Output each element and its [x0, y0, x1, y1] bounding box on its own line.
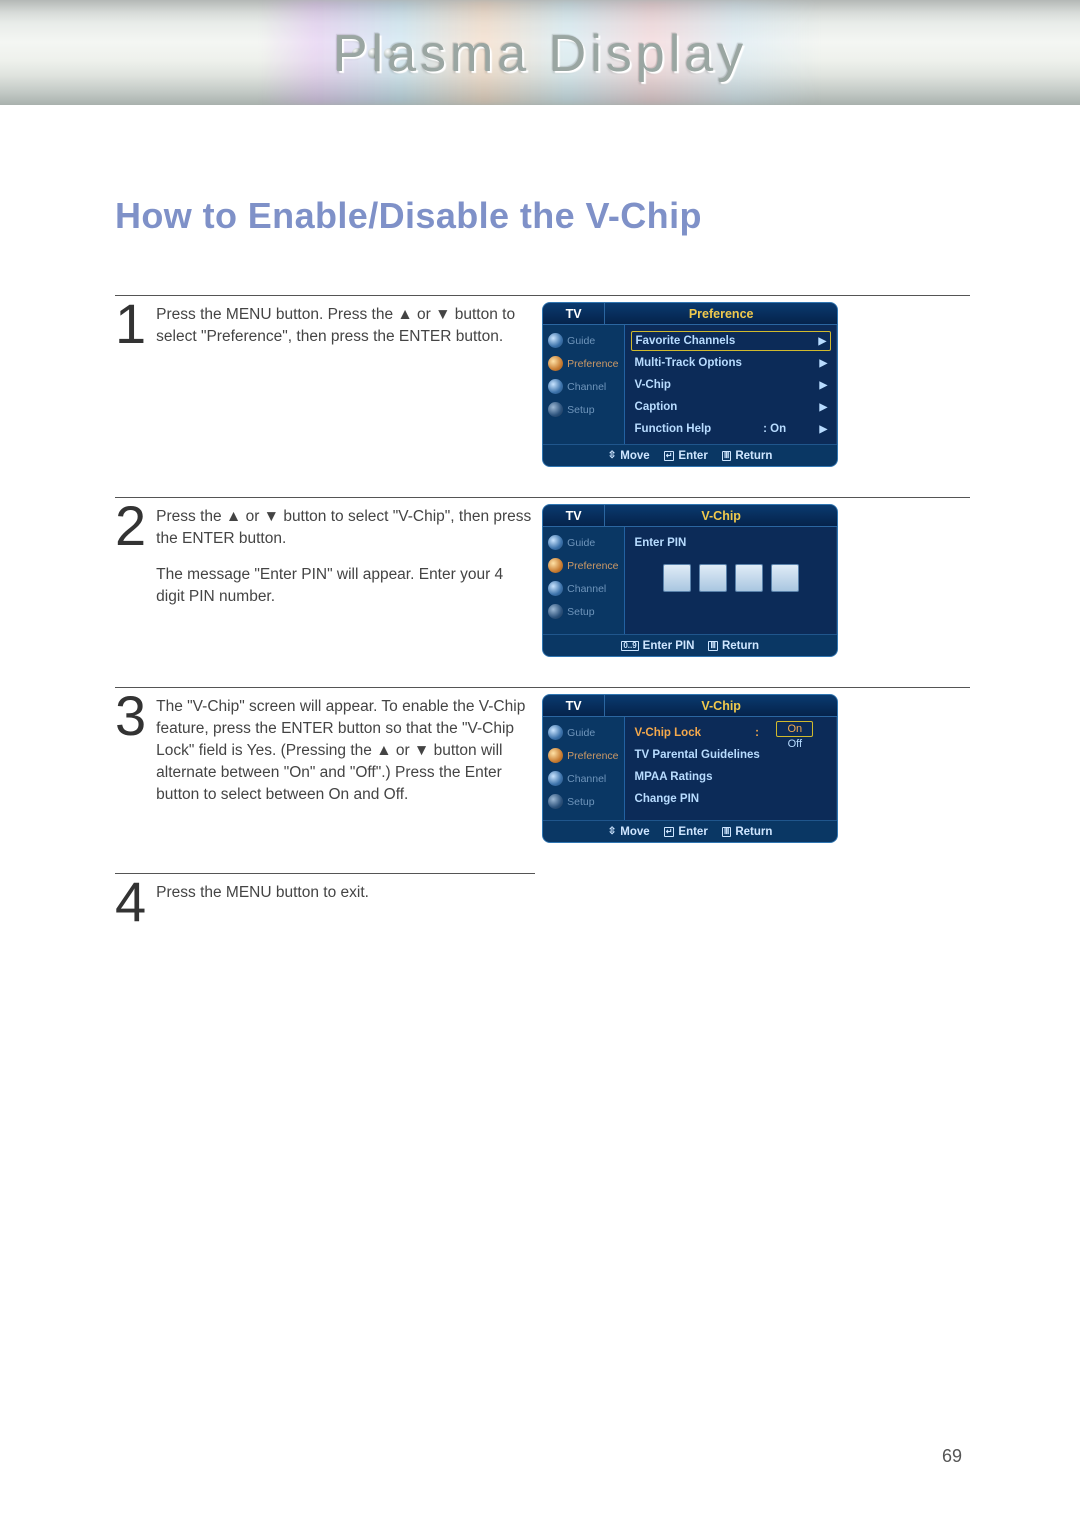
step: 3 The "V-Chip" screen will appear. To en… [115, 687, 970, 843]
guide-icon [548, 333, 563, 348]
enter-icon: ↵ [664, 827, 675, 837]
step-number: 3 [115, 691, 146, 741]
preference-icon [548, 558, 563, 573]
osd-main: Enter PIN [625, 527, 838, 634]
osd-footer: ⇳Move ↵Enter ⅢReturn [543, 820, 837, 842]
step: 4 Press the MENU button to exit. [115, 873, 535, 927]
side-label: Setup [567, 404, 594, 416]
return-icon: Ⅲ [722, 827, 732, 837]
osd-tv-label: TV [543, 303, 605, 324]
osd-title: Preference [605, 303, 837, 324]
osd-screen-enterpin: TV V-Chip Guide Preference Channel Setup… [542, 504, 838, 657]
page-number: 69 [942, 1446, 962, 1467]
osd-footer: ⇳Move ↵Enter ⅢReturn [543, 444, 837, 466]
osd-main: Favorite Channels▶ Multi-Track Options▶ … [625, 325, 838, 444]
step-text: Press the MENU button to exit. [156, 880, 532, 918]
chevron-right-icon: ▶ [814, 336, 826, 347]
step-paragraph: Press the ▲ or ▼ button to select "V-Chi… [156, 506, 532, 550]
step-number: 2 [115, 501, 146, 551]
updown-icon: ⇳ [608, 450, 616, 461]
side-label: Channel [567, 381, 606, 393]
menu-row[interactable]: Favorite Channels▶ [631, 331, 832, 351]
numbers-icon: 0..9 [621, 641, 638, 651]
banner-title: Plasma Display [333, 24, 747, 84]
side-label: Preference [567, 358, 618, 370]
enter-icon: ↵ [664, 451, 675, 461]
osd-tv-label: TV [543, 695, 605, 716]
step-paragraph: The "V-Chip" screen will appear. To enab… [156, 696, 532, 806]
step-number: 1 [115, 299, 146, 349]
pin-digit[interactable] [735, 564, 763, 592]
chevron-right-icon: ▶ [815, 380, 827, 391]
menu-row[interactable]: Caption▶ [631, 396, 832, 418]
menu-row[interactable]: Multi-Track Options▶ [631, 352, 832, 374]
step-text: Press the ▲ or ▼ button to select "V-Chi… [156, 504, 532, 622]
osd-screen-preference: TV Preference Guide Preference Channel S… [542, 302, 838, 467]
page-banner: Plasma Display [0, 0, 1080, 105]
menu-row[interactable]: Function Help: On▶ [631, 418, 832, 440]
channel-icon [548, 379, 563, 394]
osd-footer: 0..9Enter PIN ⅢReturn [543, 634, 837, 656]
screenshot: TV V-Chip Guide Preference Channel Setup [542, 694, 838, 843]
updown-icon: ⇳ [608, 826, 616, 837]
osd-title: V-Chip [605, 695, 837, 716]
screenshot: TV Preference Guide Preference Channel S… [542, 302, 838, 467]
step-number: 4 [115, 877, 146, 927]
chevron-right-icon: ▶ [815, 424, 827, 435]
menu-row[interactable]: TV Parental Guidelines [631, 744, 832, 766]
osd-sidebar: Guide Preference Channel Setup [543, 325, 624, 444]
pin-entry[interactable] [631, 564, 832, 592]
step-paragraph: Press the MENU button to exit. [156, 882, 532, 904]
menu-row[interactable]: Change PIN [631, 788, 832, 810]
step-text: The "V-Chip" screen will appear. To enab… [156, 694, 532, 820]
preference-icon [548, 748, 563, 763]
step: 1 Press the MENU button. Press the ▲ or … [115, 295, 970, 467]
pin-digit[interactable] [699, 564, 727, 592]
pin-digit[interactable] [771, 564, 799, 592]
chevron-right-icon: ▶ [815, 402, 827, 413]
guide-icon [548, 535, 563, 550]
return-icon: Ⅲ [722, 451, 732, 461]
channel-icon [548, 581, 563, 596]
channel-icon [548, 771, 563, 786]
chevron-right-icon: ▶ [815, 358, 827, 369]
osd-title: V-Chip [605, 505, 837, 526]
screenshot: TV V-Chip Guide Preference Channel Setup… [542, 504, 838, 657]
steps-list: 1 Press the MENU button. Press the ▲ or … [115, 295, 970, 927]
osd-sidebar: Guide Preference Channel Setup [543, 527, 624, 634]
side-label: Guide [567, 335, 595, 347]
pin-digit[interactable] [663, 564, 691, 592]
step-paragraph: The message "Enter PIN" will appear. Ent… [156, 564, 532, 608]
osd-main: V-Chip Lock : On Off TV Parental Guideli… [625, 717, 838, 820]
menu-row[interactable]: V-Chip▶ [631, 374, 832, 396]
enter-pin-label: Enter PIN [631, 532, 832, 554]
step-paragraph: Press the MENU button. Press the ▲ or ▼ … [156, 304, 532, 348]
page-title: How to Enable/Disable the V-Chip [115, 195, 970, 237]
setup-icon [548, 402, 563, 417]
guide-icon [548, 725, 563, 740]
osd-sidebar: Guide Preference Channel Setup [543, 717, 624, 820]
setup-icon [548, 604, 563, 619]
preference-icon [548, 356, 563, 371]
return-icon: Ⅲ [708, 641, 718, 651]
page-body: How to Enable/Disable the V-Chip 1 Press… [0, 105, 1080, 927]
step: 2 Press the ▲ or ▼ button to select "V-C… [115, 497, 970, 657]
osd-screen-vchip: TV V-Chip Guide Preference Channel Setup [542, 694, 838, 843]
option-on[interactable]: On [776, 721, 813, 737]
menu-row[interactable]: MPAA Ratings [631, 766, 832, 788]
osd-tv-label: TV [543, 505, 605, 526]
step-text: Press the MENU button. Press the ▲ or ▼ … [156, 302, 532, 362]
setup-icon [548, 794, 563, 809]
